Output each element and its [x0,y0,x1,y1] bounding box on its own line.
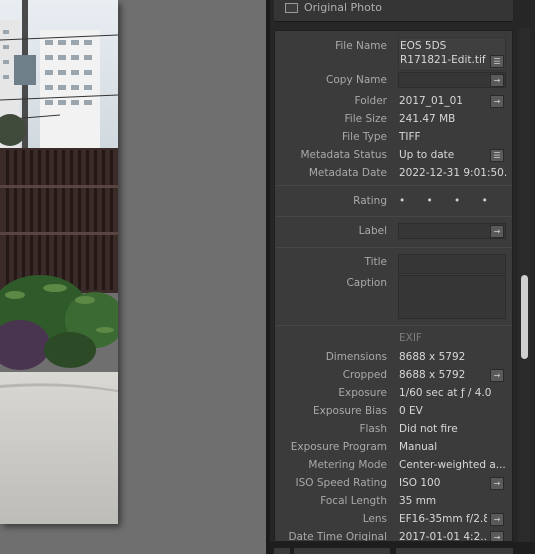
list-icon[interactable]: ☰ [490,149,504,162]
row-metadata-date: Metadata Date 2022-12-31 9:01:50... [275,164,512,182]
checkbox-icon[interactable] [285,3,298,13]
exif-row: ISO Speed Rating ISO 100 → [275,474,512,492]
arrow-right-icon[interactable]: → [490,513,504,526]
scrollbar-thumb[interactable] [521,275,528,359]
arrow-right-icon[interactable]: → [490,477,504,490]
metadata-list: File Name EOS 5DS R171821-Edit.tif ☰ Cop… [274,30,513,542]
exif-label: Focal Length [320,495,387,507]
metadata-status-label: Metadata Status [300,149,387,161]
label-label: Label [358,225,387,237]
file-size-label: File Size [344,113,387,125]
bottom-control[interactable] [396,548,513,554]
row-file-name: File Name EOS 5DS R171821-Edit.tif ☰ [275,37,512,71]
caption-input[interactable] [398,275,506,319]
divider [275,325,512,326]
exif-row: Exposure 1/60 sec at ƒ / 4.0 [275,384,512,402]
divider [275,216,512,217]
row-folder: Folder 2017_01_01 → [275,92,512,110]
caption-label: Caption [346,277,387,289]
photo-preview[interactable] [0,0,118,524]
exif-value: ISO 100 [399,477,441,489]
exif-label: Date Time Original [288,531,387,542]
metadata-panel: Original Photo File Name EOS 5DS R171821… [270,0,535,554]
metadata-status-value: Up to date [399,149,455,161]
exif-label: Metering Mode [308,459,387,471]
exif-row: Exposure Bias 0 EV [275,402,512,420]
exif-row: Date Time Original 2017-01-01 4:2... → [275,528,512,542]
row-file-type: File Type TIFF [275,128,512,146]
title-label: Title [364,256,387,268]
rating-label: Rating [353,195,387,207]
metadata-date-label: Metadata Date [308,167,387,179]
folder-value: 2017_01_01 [399,95,463,107]
arrow-right-icon[interactable]: → [490,95,504,108]
exif-label: Dimensions [325,351,387,363]
exif-row: Metering Mode Center-weighted a... [275,456,512,474]
exif-heading: EXIF [399,332,422,344]
file-name-line2: R171821-Edit.tif [400,54,486,66]
row-metadata-status: Metadata Status Up to date ☰ [275,146,512,164]
exif-value: Center-weighted a... [399,459,506,471]
exif-value: 2017-01-01 4:2... [399,531,487,542]
row-rating: Rating • • • • • [275,192,512,210]
arrow-right-icon[interactable]: → [490,369,504,382]
exif-label: Lens [362,513,387,525]
exif-row: Exposure Program Manual [275,438,512,456]
title-input[interactable] [398,254,506,274]
bottom-control[interactable] [274,548,290,554]
arrow-right-icon[interactable]: → [490,531,504,541]
exif-value: Did not fire [399,423,458,435]
file-name-label: File Name [335,40,387,52]
exif-value: Manual [399,441,438,453]
row-label: Label → [275,222,512,240]
original-photo-label: Original Photo [304,1,382,14]
bottom-control[interactable] [294,548,390,554]
exif-value: 35 mm [399,495,437,507]
exif-label: Exposure [338,387,387,399]
original-photo-toggle[interactable]: Original Photo [274,0,513,22]
exif-label: Exposure Bias [313,405,387,417]
rating-stars[interactable]: • • • • • [399,195,507,207]
exif-row: Dimensions 8688 x 5792 [275,348,512,366]
exif-label: ISO Speed Rating [295,477,387,489]
file-type-label: File Type [341,131,387,143]
exif-label: Exposure Program [290,441,387,453]
exif-value: EF16-35mm f/2.8 [399,513,487,525]
photo-image [0,0,118,524]
exif-row: Lens EF16-35mm f/2.8 → [275,510,512,528]
exif-row: Focal Length 35 mm [275,492,512,510]
exif-row: Flash Did not fire [275,420,512,438]
exif-value: 8688 x 5792 [399,351,466,363]
copy-name-label: Copy Name [326,74,387,86]
row-copy-name: Copy Name → [275,71,512,89]
arrow-right-icon[interactable]: → [490,74,504,87]
row-title: Title [275,253,512,274]
exif-value: 0 EV [399,405,423,417]
file-type-value: TIFF [399,131,421,143]
divider [275,185,512,186]
row-caption: Caption [275,274,512,319]
metadata-date-value: 2022-12-31 9:01:50... [399,167,507,179]
exif-value: 8688 x 5792 [399,369,466,381]
exif-value: 1/60 sec at ƒ / 4.0 [399,387,492,399]
photo-canvas [0,0,268,554]
row-file-size: File Size 241.47 MB [275,110,512,128]
exif-row: Cropped 8688 x 5792 → [275,366,512,384]
exif-label: Cropped [342,369,387,381]
divider [275,247,512,248]
folder-label: Folder [354,95,387,107]
list-icon[interactable]: ☰ [490,55,504,68]
file-name-line1: EOS 5DS [400,40,447,52]
exif-label: Flash [359,423,387,435]
arrow-right-icon[interactable]: → [490,225,504,238]
file-size-value: 241.47 MB [399,113,456,125]
